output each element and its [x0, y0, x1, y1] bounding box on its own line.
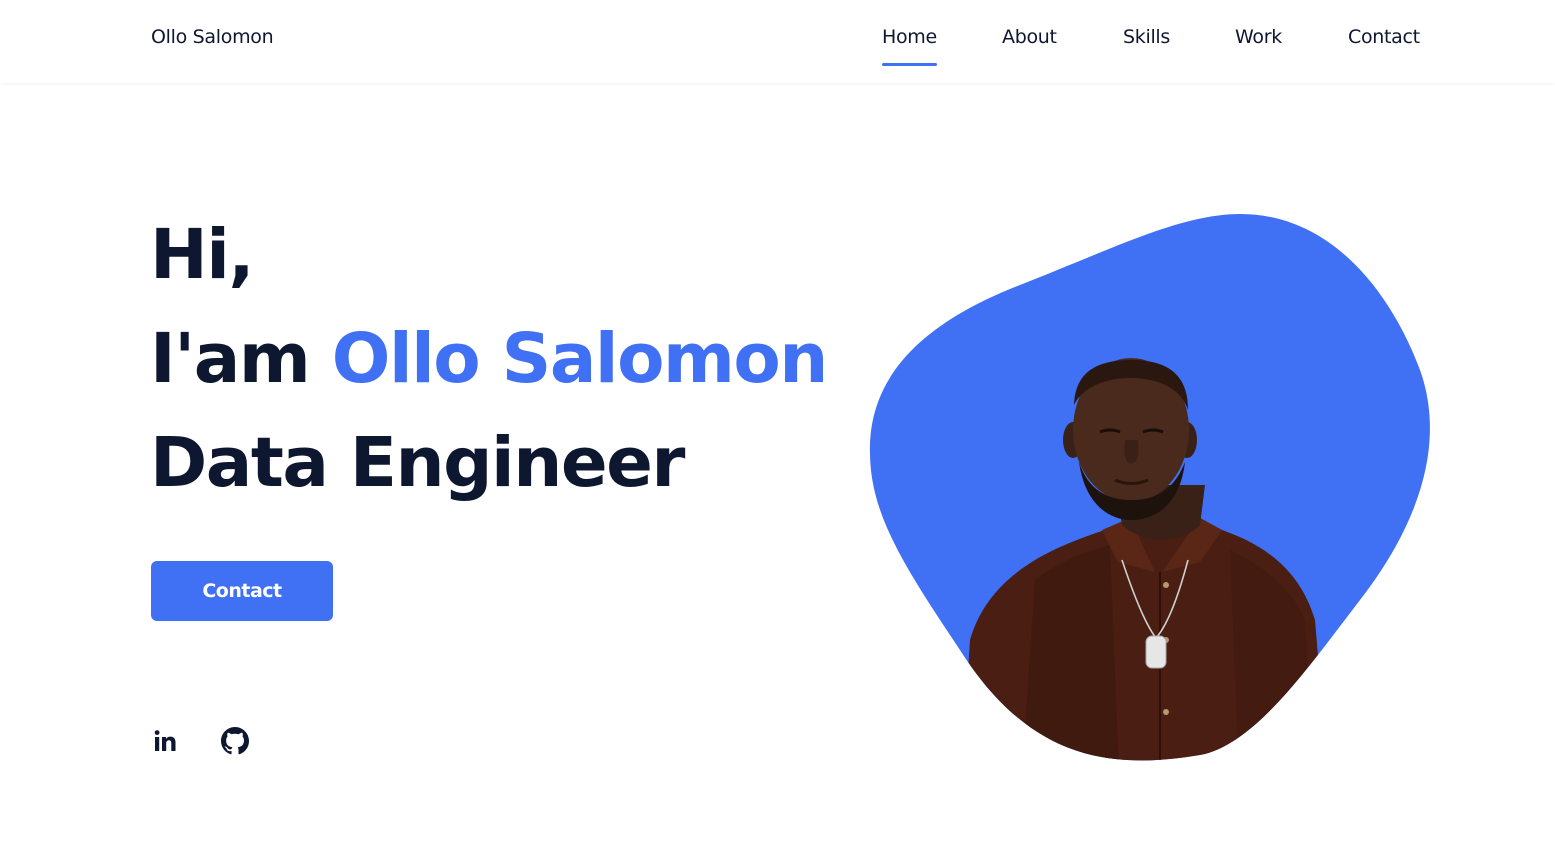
contact-button[interactable]: Contact: [151, 561, 333, 621]
hero-greeting: Hi,: [150, 215, 255, 295]
hero-title: Hi, I'am Ollo Salomon Data Engineer: [150, 203, 829, 515]
github-link[interactable]: [220, 726, 250, 756]
portrait-image: [869, 214, 1430, 761]
nav-item-home[interactable]: Home: [882, 26, 937, 66]
site-header: Ollo Salomon Home About Skills Work Cont…: [0, 0, 1555, 83]
github-icon: [221, 727, 249, 755]
hero-intro: I'am Ollo Salomon: [150, 307, 829, 411]
hero-name: Ollo Salomon: [331, 319, 829, 399]
hero-intro-prefix: I'am: [150, 319, 332, 399]
hero-role: Data Engineer: [150, 423, 685, 503]
nav-item-contact[interactable]: Contact: [1348, 26, 1420, 48]
main-nav: Home About Skills Work Contact: [0, 26, 1555, 70]
nav-item-skills[interactable]: Skills: [1123, 26, 1170, 48]
linkedin-link[interactable]: [150, 726, 180, 756]
nav-item-about[interactable]: About: [1002, 26, 1057, 48]
linkedin-icon: [154, 730, 176, 751]
hero-image-blob: [860, 200, 1440, 780]
nav-item-work[interactable]: Work: [1235, 26, 1282, 48]
